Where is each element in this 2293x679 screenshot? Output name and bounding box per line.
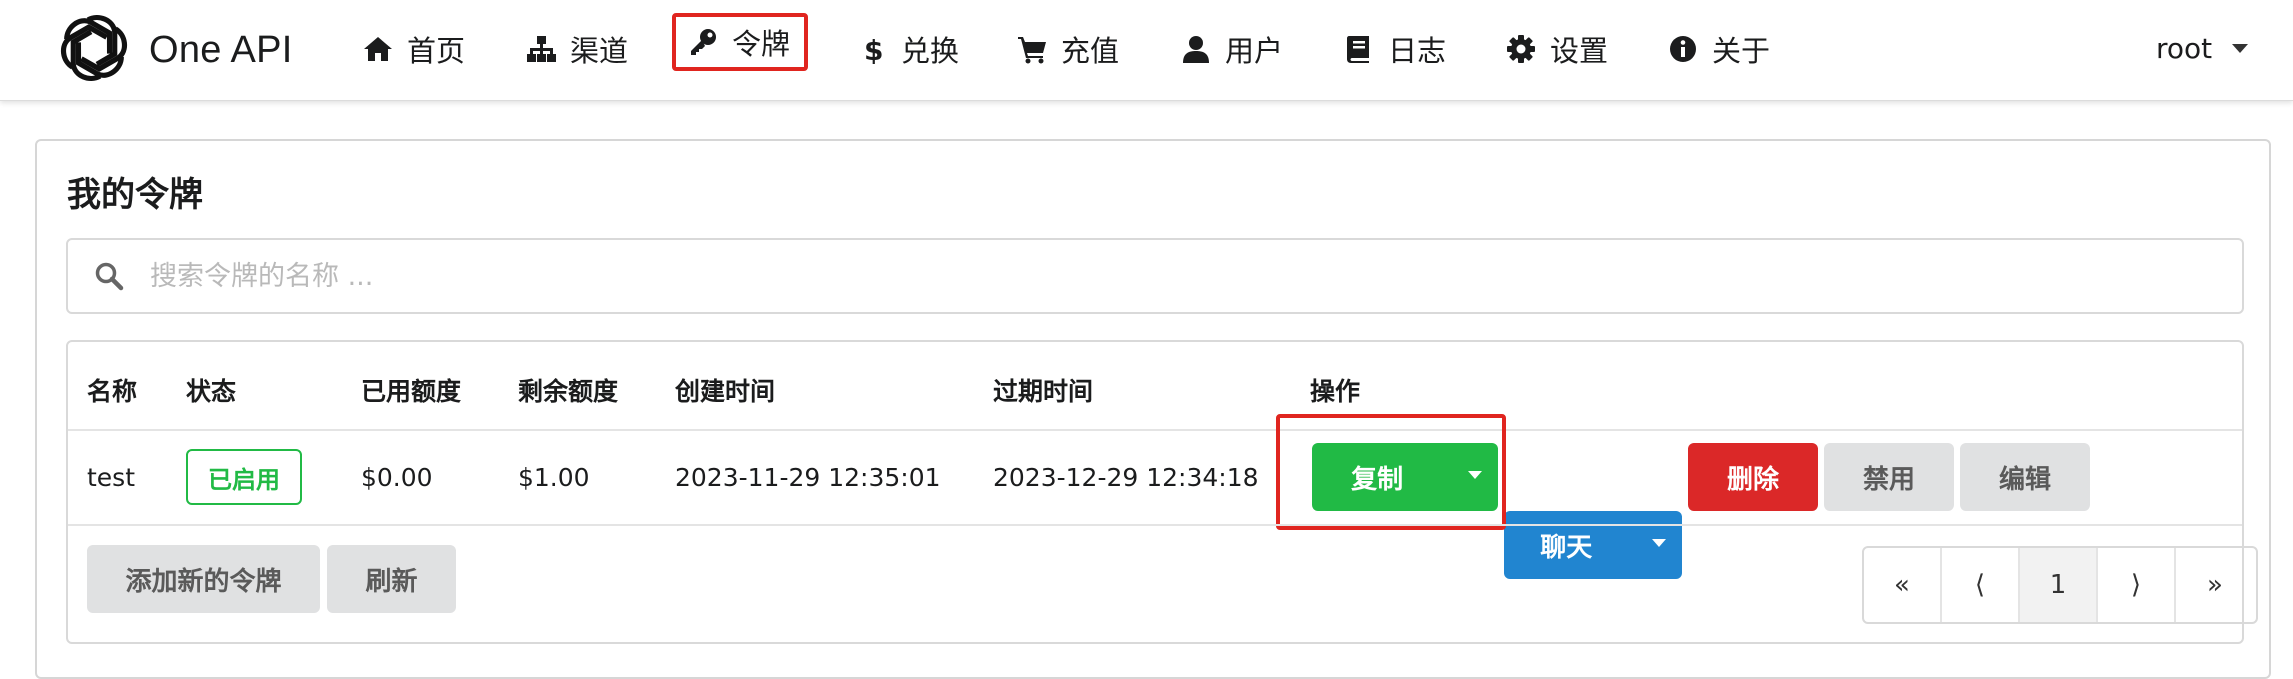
search-input[interactable] — [148, 259, 2208, 293]
sitemap-icon — [526, 34, 556, 64]
openai-logo-icon — [57, 11, 131, 89]
nav-item-label: 日志 — [1388, 34, 1447, 68]
token-name: test — [87, 463, 136, 492]
pagination-last[interactable]: » — [2176, 548, 2254, 622]
table-row: test 已启用 $0.00 $1.00 2023-11-29 12:35:01… — [68, 342, 2242, 579]
info-icon — [1668, 34, 1698, 64]
nav-item-label: 首页 — [407, 34, 466, 68]
divider — [68, 524, 2242, 526]
top-navbar: One API 首页 渠道 令牌 $ 兑换 充值 用户 日志 设置 关于 roo… — [0, 0, 2293, 101]
column-header-name[interactable]: 名称 — [87, 372, 137, 408]
refresh-button[interactable]: 刷新 — [327, 545, 456, 613]
tokens-table: 名称 状态 已用额度 剩余额度 创建时间 过期时间 操作 test 已启用 $0… — [66, 340, 2258, 644]
nav-item-label: 关于 — [1712, 34, 1771, 68]
created-time: 2023-11-29 12:35:01 — [675, 463, 941, 492]
column-header-expire-time[interactable]: 过期时间 — [993, 372, 1093, 408]
brand[interactable]: One API — [57, 12, 293, 88]
user-icon — [1181, 34, 1211, 64]
nav-item-label: 设置 — [1550, 34, 1609, 68]
edit-button[interactable]: 编辑 — [1960, 443, 2090, 511]
tokens-card: 我的令牌 名称 状态 已用额度 剩余额度 创建时间 过期时间 操作 test 已… — [35, 139, 2271, 679]
brand-name: One API — [149, 28, 293, 71]
gear-icon — [1506, 34, 1536, 64]
pagination-next[interactable]: ⟩ — [2098, 548, 2176, 622]
nav-item-label: 充值 — [1061, 34, 1120, 68]
home-icon — [363, 34, 393, 64]
nav-item-label: 渠道 — [570, 34, 629, 68]
nav-item-logs[interactable]: 日志 — [1344, 22, 1446, 76]
svg-text:$: $ — [864, 34, 883, 64]
user-dropdown[interactable]: root — [2156, 26, 2249, 70]
nav-item-about[interactable]: 关于 — [1668, 22, 1770, 76]
pagination: « ⟨ 1 ⟩ » — [1862, 546, 2258, 624]
key-icon — [688, 27, 718, 57]
nav-item-channels[interactable]: 渠道 — [526, 22, 628, 76]
pagination-prev[interactable]: ⟨ — [1942, 548, 2020, 622]
dollar-icon: $ — [857, 34, 887, 64]
nav-item-home[interactable]: 首页 — [363, 22, 465, 76]
column-header-actions: 操作 — [1310, 377, 1361, 406]
chevron-down-icon[interactable] — [1468, 471, 1482, 479]
nav-item-tokens[interactable]: 令牌 — [672, 13, 809, 71]
column-header-used-quota[interactable]: 已用额度 — [361, 372, 461, 408]
nav-item-label: 兑换 — [901, 34, 960, 68]
disable-button[interactable]: 禁用 — [1824, 443, 1954, 511]
nav-item-redeem[interactable]: $ 兑换 — [857, 22, 959, 76]
page-title: 我的令牌 — [67, 175, 203, 215]
chevron-down-icon — [2232, 43, 2249, 53]
nav-item-users[interactable]: 用户 — [1181, 22, 1283, 76]
cart-icon — [1017, 34, 1047, 64]
chevron-down-icon[interactable] — [1652, 539, 1666, 547]
add-token-button[interactable]: 添加新的令牌 — [87, 545, 320, 613]
search-box[interactable] — [66, 238, 2244, 314]
nav-item-settings[interactable]: 设置 — [1506, 22, 1608, 76]
divider — [68, 429, 2242, 431]
delete-button[interactable]: 删除 — [1688, 443, 1818, 511]
book-icon — [1344, 34, 1374, 64]
pagination-first[interactable]: « — [1864, 548, 1942, 622]
copy-button-label: 复制 — [1351, 464, 1404, 495]
username: root — [2156, 31, 2213, 65]
column-header-status[interactable]: 状态 — [186, 372, 236, 408]
pagination-page-1[interactable]: 1 — [2020, 548, 2098, 622]
nav-item-label: 用户 — [1225, 34, 1284, 68]
remaining-quota: $1.00 — [518, 463, 590, 492]
column-header-created-time[interactable]: 创建时间 — [675, 372, 775, 408]
search-icon — [94, 261, 124, 291]
nav-item-label: 令牌 — [732, 27, 791, 61]
chat-button-label: 聊天 — [1540, 532, 1593, 563]
copy-button[interactable]: 复制 — [1312, 443, 1498, 511]
chat-button[interactable]: 聊天 — [1504, 511, 1682, 579]
expire-time: 2023-12-29 12:34:18 — [993, 463, 1259, 492]
status-badge: 已启用 — [186, 449, 302, 505]
used-quota: $0.00 — [361, 463, 433, 492]
nav-item-topup[interactable]: 充值 — [1017, 22, 1119, 76]
column-header-remaining-quota[interactable]: 剩余额度 — [518, 372, 618, 408]
